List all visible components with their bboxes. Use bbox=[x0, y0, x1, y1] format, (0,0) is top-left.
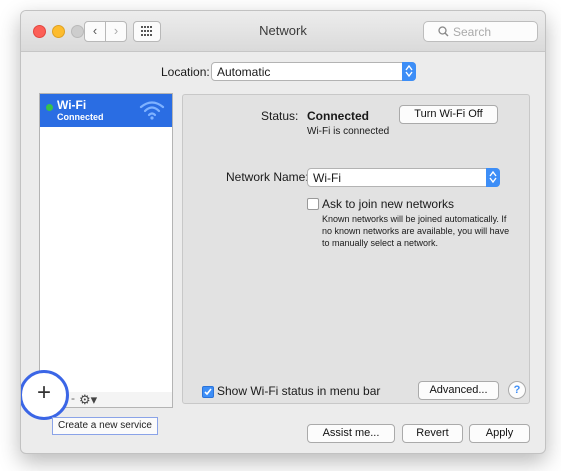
service-list[interactable]: Wi-Fi Connected bbox=[39, 93, 173, 393]
wifi-icon bbox=[139, 101, 165, 120]
status-detail: Wi-Fi is connected bbox=[307, 126, 390, 137]
title-bar: ‹ › Network Search bbox=[21, 11, 545, 52]
location-popup[interactable]: Automatic bbox=[211, 62, 416, 81]
network-preferences-window: ‹ › Network Search Location: Automatic W… bbox=[20, 10, 546, 454]
ask-join-label: Ask to join new networks bbox=[322, 197, 455, 211]
remove-service-button[interactable]: - bbox=[71, 391, 75, 405]
help-button[interactable]: ? bbox=[508, 381, 526, 399]
ask-join-checkbox[interactable] bbox=[307, 198, 319, 210]
search-placeholder: Search bbox=[453, 25, 492, 39]
status-dot bbox=[46, 104, 53, 111]
popup-arrows-icon bbox=[402, 62, 416, 81]
status-value: Connected bbox=[307, 109, 370, 123]
assist-me-button[interactable]: Assist me... bbox=[307, 424, 395, 443]
add-service-button[interactable]: + bbox=[21, 370, 69, 420]
location-label: Location: bbox=[161, 65, 210, 79]
apply-button[interactable]: Apply bbox=[469, 424, 530, 443]
network-name-label: Network Name: bbox=[226, 170, 309, 184]
checkmark-icon bbox=[204, 388, 212, 396]
location-value: Automatic bbox=[217, 65, 271, 79]
network-name-popup[interactable]: Wi-Fi bbox=[307, 168, 500, 187]
network-name-value: Wi-Fi bbox=[313, 171, 341, 185]
service-item-wifi[interactable]: Wi-Fi Connected bbox=[40, 94, 172, 127]
turn-wifi-off-button[interactable]: Turn Wi-Fi Off bbox=[399, 105, 498, 124]
search-field[interactable]: Search bbox=[423, 21, 538, 42]
add-service-tooltip: Create a new service bbox=[52, 417, 158, 435]
advanced-button[interactable]: Advanced... bbox=[418, 381, 499, 400]
service-status: Connected bbox=[57, 112, 104, 122]
show-status-checkbox[interactable] bbox=[202, 386, 214, 398]
gear-icon[interactable]: ⚙▾ bbox=[79, 392, 97, 408]
popup-arrows-icon bbox=[486, 168, 500, 187]
search-icon bbox=[438, 26, 449, 37]
status-label: Status: bbox=[261, 109, 299, 123]
wifi-settings-panel: Status: Connected Wi-Fi is connected Tur… bbox=[182, 94, 530, 404]
revert-button[interactable]: Revert bbox=[402, 424, 463, 443]
plus-icon: + bbox=[36, 379, 51, 406]
service-name: Wi-Fi bbox=[57, 98, 87, 112]
show-status-label: Show Wi-Fi status in menu bar bbox=[217, 384, 381, 398]
ask-join-help-text: Known networks will be joined automatica… bbox=[322, 214, 510, 248]
